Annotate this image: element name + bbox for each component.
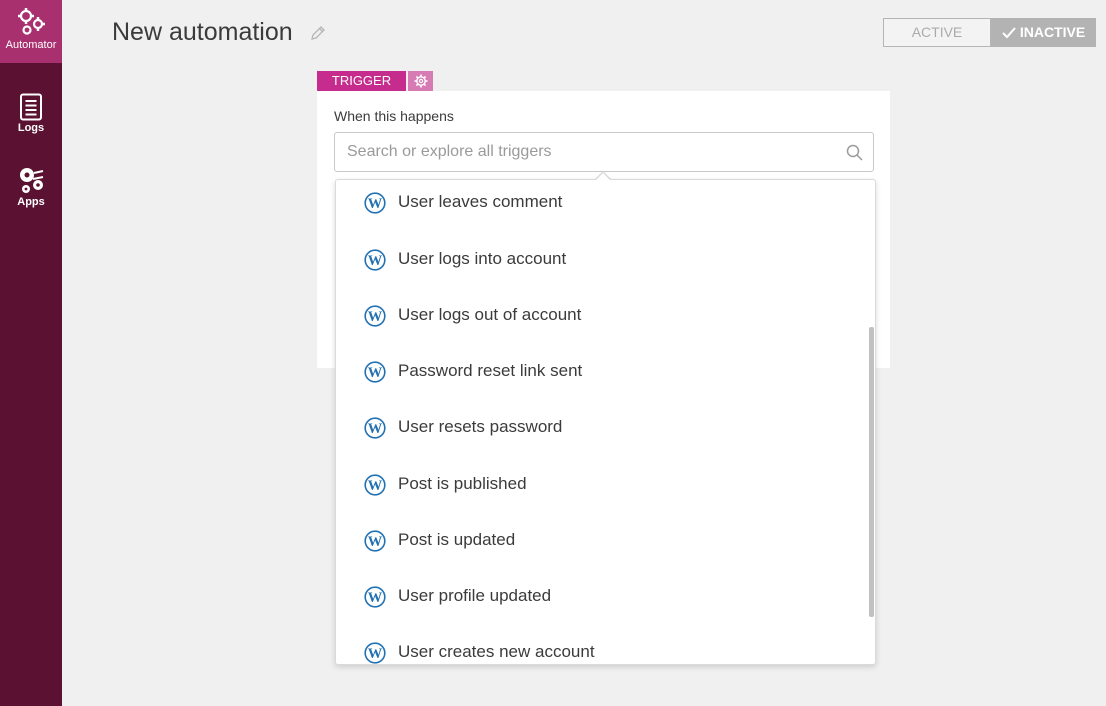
wordpress-icon: W [364, 474, 386, 496]
trigger-option[interactable]: W User logs out of account [336, 295, 866, 335]
trigger-option-label: User logs into account [398, 249, 567, 268]
trigger-option-label: Post is published [398, 474, 527, 493]
inactive-toggle-button[interactable]: INACTIVE [991, 18, 1096, 47]
trigger-settings-button[interactable] [408, 71, 433, 91]
trigger-option[interactable]: W User creates new account [336, 632, 866, 664]
page-title[interactable]: New automation [112, 18, 293, 47]
status-toggle: ACTIVE INACTIVE [883, 18, 1096, 47]
trigger-option[interactable]: W Password reset link sent [336, 351, 866, 391]
svg-text:W: W [368, 365, 383, 381]
trigger-option-label: User leaves comment [398, 192, 563, 211]
trigger-option[interactable]: W Post is published [336, 464, 866, 504]
wordpress-icon: W [364, 361, 386, 383]
trigger-option-label: User creates new account [398, 642, 595, 661]
wordpress-icon: W [364, 192, 386, 214]
sidebar: Automator Logs Apps [0, 0, 62, 706]
trigger-search-input[interactable] [347, 133, 837, 171]
wordpress-icon: W [364, 530, 386, 552]
sidebar-item-label: Logs [17, 122, 45, 134]
trigger-option[interactable]: W Post is updated [336, 520, 866, 560]
svg-text:W: W [368, 196, 383, 212]
apps-gears-icon [20, 168, 44, 193]
trigger-options-dropdown[interactable]: W User leaves comment W User logs into a… [335, 179, 876, 665]
active-toggle-button[interactable]: ACTIVE [883, 18, 991, 47]
svg-text:W: W [368, 646, 383, 662]
svg-text:W: W [368, 534, 383, 550]
trigger-field-label: When this happens [334, 108, 454, 124]
trigger-option-label: Post is updated [398, 530, 516, 549]
sidebar-item-label: Apps [17, 196, 45, 208]
trigger-search-box [334, 132, 874, 172]
dropdown-scrollbar[interactable] [869, 327, 874, 617]
trigger-option[interactable]: W User leaves comment [336, 182, 866, 222]
sidebar-item-label: Automator [5, 39, 57, 51]
sidebar-item-automator[interactable]: Automator [0, 0, 62, 63]
document-list-icon [20, 93, 42, 121]
gear-icon [414, 74, 427, 88]
svg-text:W: W [368, 253, 383, 269]
automator-gears-icon [18, 8, 45, 35]
dropdown-caret-inner [596, 173, 610, 180]
trigger-option-label: User resets password [398, 417, 563, 436]
trigger-option-label: Password reset link sent [398, 361, 583, 380]
trigger-option-label: User logs out of account [398, 305, 582, 324]
wordpress-icon: W [364, 642, 386, 664]
wordpress-icon: W [364, 586, 386, 608]
wordpress-icon: W [364, 417, 386, 439]
pencil-edit-icon[interactable] [310, 25, 326, 41]
checkmark-icon [1002, 27, 1016, 39]
wordpress-icon: W [364, 249, 386, 271]
wordpress-icon: W [364, 305, 386, 327]
inactive-toggle-label: INACTIVE [1019, 24, 1086, 40]
svg-text:W: W [368, 478, 383, 494]
trigger-option[interactable]: W User resets password [336, 407, 866, 447]
trigger-option[interactable]: W User profile updated [336, 576, 866, 616]
trigger-option[interactable]: W User logs into account [336, 239, 866, 279]
trigger-tag: TRIGGER [317, 71, 406, 91]
svg-text:W: W [368, 590, 383, 606]
svg-text:W: W [368, 421, 383, 437]
trigger-option-label: User profile updated [398, 586, 552, 605]
sidebar-item-logs[interactable]: Logs [0, 90, 62, 140]
search-icon [846, 144, 863, 161]
sidebar-item-apps[interactable]: Apps [0, 163, 62, 213]
svg-text:W: W [368, 309, 383, 325]
